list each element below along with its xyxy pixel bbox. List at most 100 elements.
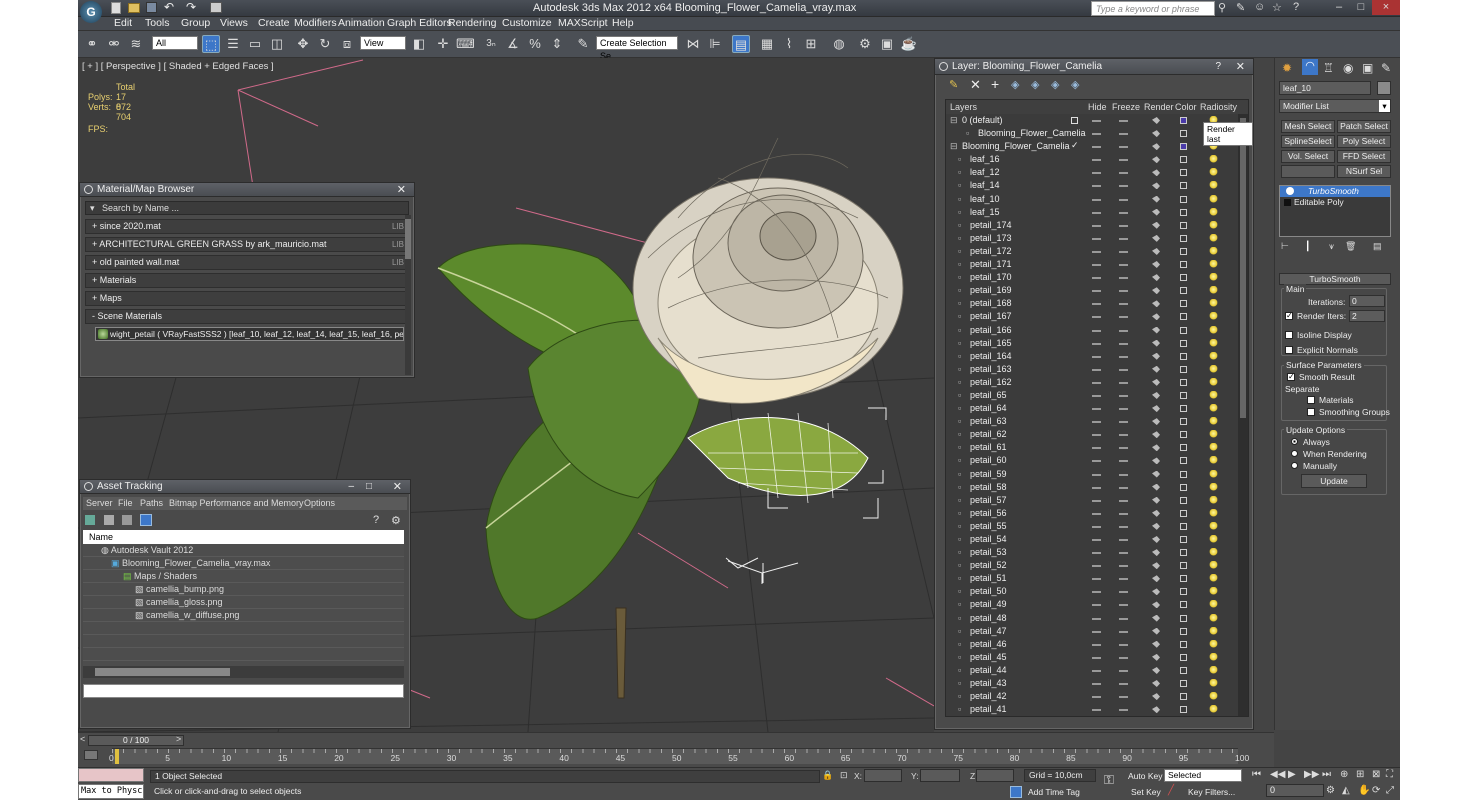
group-row-maps[interactable]: + Maps [85, 291, 409, 306]
layer-help-button[interactable]: ? [1215, 59, 1221, 75]
menu-help[interactable]: Help [612, 17, 634, 30]
layer-row[interactable]: ▫ petail_55 [946, 520, 1248, 533]
layer-color-swatch[interactable] [1180, 431, 1187, 439]
search-input[interactable]: Type a keyword or phrase [1091, 1, 1215, 16]
layer-row[interactable]: ▫ leaf_14 [946, 179, 1248, 192]
pin-stack-icon[interactable]: ⊢ [1281, 241, 1289, 252]
layer-color-swatch[interactable] [1180, 640, 1187, 648]
angle-snap-icon[interactable]: ∡ [504, 35, 522, 53]
layer-color-swatch[interactable] [1180, 313, 1187, 321]
radiosity-bulb-icon[interactable] [1208, 260, 1219, 270]
layer-color-swatch[interactable] [1180, 143, 1187, 151]
add-to-layer-icon[interactable]: + [991, 76, 999, 92]
object-icon[interactable]: ▫ [958, 271, 961, 284]
render-toggle-icon[interactable] [1152, 588, 1160, 596]
layer-color-swatch[interactable] [1180, 444, 1187, 452]
object-icon[interactable]: ▫ [958, 258, 961, 271]
always-radio[interactable] [1291, 438, 1298, 445]
object-icon[interactable]: ▫ [958, 612, 961, 625]
time-config-icon[interactable]: ⚙ [1326, 785, 1335, 796]
explicit-normals-checkbox[interactable] [1285, 346, 1293, 354]
materials-checkbox[interactable] [1307, 396, 1315, 404]
hide-toggle[interactable] [1092, 316, 1101, 319]
hide-toggle[interactable] [1092, 617, 1101, 620]
radiosity-bulb-icon[interactable] [1208, 417, 1219, 427]
redo-icon[interactable]: ↷ [186, 0, 196, 14]
goto-end-icon[interactable]: ⏭ [1322, 769, 1331, 780]
freeze-toggle[interactable] [1119, 499, 1128, 502]
object-icon[interactable]: ▫ [958, 153, 961, 166]
scale-icon[interactable]: ⧈ [338, 35, 356, 53]
layer-row[interactable]: ▫ petail_166 [946, 324, 1248, 337]
perspective-viewport[interactable]: [ + ] [ Perspective ] [ Shaded + Edged F… [78, 58, 934, 732]
freeze-toggle[interactable] [1119, 250, 1128, 253]
group-row-scene-materials[interactable]: - Scene Materials [85, 309, 409, 324]
rotate-icon[interactable]: ↻ [316, 35, 334, 53]
hide-toggle[interactable] [1092, 630, 1101, 633]
render-iters-checkbox[interactable]: ✓ [1285, 312, 1293, 320]
layer-row[interactable]: ▫ petail_58 [946, 481, 1248, 494]
freeze-toggle[interactable] [1119, 303, 1128, 306]
render-toggle-icon[interactable] [1152, 156, 1160, 164]
render-toggle-icon[interactable] [1152, 522, 1160, 530]
layer-color-swatch[interactable] [1180, 156, 1187, 164]
vol-select-button[interactable]: Vol. Select [1281, 150, 1335, 163]
hide-toggle[interactable] [1092, 552, 1101, 555]
layer-row[interactable]: ▫ leaf_12 [946, 166, 1248, 179]
layer-row[interactable]: ▫ petail_54 [946, 533, 1248, 546]
community-icon[interactable]: ☺ [1254, 1, 1265, 13]
material-browser-titlebar[interactable]: Material/Map Browser ✕ [80, 183, 414, 197]
object-icon[interactable]: ▫ [958, 481, 961, 494]
object-icon[interactable]: ▫ [958, 441, 961, 454]
time-next-icon[interactable]: > [176, 734, 181, 744]
zoom-extents-all-icon[interactable]: ⛶ [1386, 769, 1393, 780]
layer-color-swatch[interactable] [1180, 405, 1187, 413]
hide-toggle[interactable] [1092, 120, 1101, 122]
layer-color-swatch[interactable] [1180, 653, 1187, 661]
stack-item-turbosmooth[interactable]: TurboSmooth [1280, 186, 1390, 197]
mirror-icon[interactable]: ⋈ [684, 35, 702, 53]
zoom-extents-icon[interactable]: ⊠ [1372, 769, 1380, 780]
hide-toggle[interactable] [1092, 434, 1101, 437]
library-row[interactable]: + ARCHITECTURAL GREEN GRASS by ark_mauri… [85, 237, 409, 252]
object-icon[interactable]: ▫ [958, 598, 961, 611]
patch-select-button[interactable]: Patch Select [1337, 120, 1391, 133]
object-icon[interactable]: ▫ [958, 546, 961, 559]
layer-row[interactable]: ▫ petail_60 [946, 454, 1248, 467]
layer-row[interactable]: ▫ petail_61 [946, 441, 1248, 454]
auto-key-button[interactable]: Auto Key [1128, 771, 1163, 781]
refresh-icon[interactable] [85, 515, 95, 525]
freeze-toggle[interactable] [1119, 525, 1128, 528]
display-tab-icon[interactable]: ▣ [1362, 61, 1373, 75]
stack-item-editable-poly[interactable]: Editable Poly [1280, 197, 1390, 208]
create-layer-icon[interactable]: ✎ [949, 78, 958, 91]
radiosity-bulb-icon[interactable] [1208, 155, 1219, 165]
render-toggle-icon[interactable] [1152, 221, 1160, 229]
ffd-select-button[interactable]: FFD Select [1337, 150, 1391, 163]
prev-frame-icon[interactable]: ◀◀ [1270, 769, 1285, 780]
render-toggle-icon[interactable] [1152, 496, 1160, 504]
radiosity-bulb-icon[interactable] [1208, 587, 1219, 597]
asset-row[interactable]: ▤ Maps / Shaders [123, 571, 197, 582]
edit-named-selections-icon[interactable]: ✎ [574, 35, 592, 53]
hide-toggle[interactable] [1092, 198, 1101, 201]
z-coord-field[interactable] [976, 769, 1014, 782]
hide-toggle[interactable] [1092, 355, 1101, 358]
object-icon[interactable]: ▫ [958, 415, 961, 428]
expand-icon[interactable] [1284, 199, 1291, 206]
quick-access-save-icon[interactable] [146, 2, 157, 13]
layer-row[interactable]: ▫ petail_47 [946, 625, 1248, 638]
binoculars-icon[interactable]: ⚲ [1218, 1, 1226, 14]
asset-row[interactable]: ▣ Blooming_Flower_Camelia_vray.max [111, 558, 270, 569]
radiosity-bulb-icon[interactable] [1208, 600, 1219, 610]
layer-row[interactable]: ▫ petail_174 [946, 219, 1248, 232]
layer-color-swatch[interactable] [1180, 195, 1187, 203]
layer-row[interactable]: ▫ petail_59 [946, 468, 1248, 481]
freeze-toggle[interactable] [1119, 709, 1128, 712]
move-icon[interactable]: ✥ [294, 35, 312, 53]
col-render[interactable]: Render [1144, 100, 1174, 114]
key-icon[interactable]: ✎ [1236, 1, 1245, 14]
object-icon[interactable]: ▫ [958, 468, 961, 481]
hide-toggle[interactable] [1092, 133, 1101, 136]
freeze-toggle[interactable] [1119, 394, 1128, 397]
